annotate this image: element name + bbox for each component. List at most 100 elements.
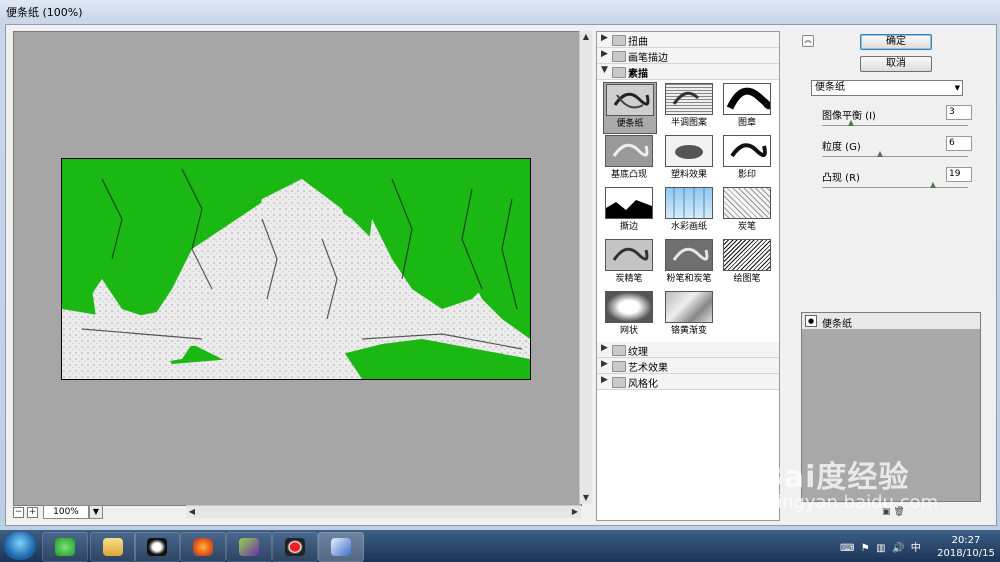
thumb-plaster[interactable]: 塑料效果 (663, 134, 715, 184)
ok-button[interactable]: 确定 (860, 34, 932, 50)
network-icon[interactable]: ▥ (876, 543, 885, 554)
note-paper-preview (62, 159, 530, 379)
title-bar: 便条纸 (100%) (0, 0, 1000, 22)
param-value-input[interactable]: 6 (946, 136, 972, 151)
clock-date: 2018/10/15 (937, 548, 995, 559)
feather-icon (331, 538, 351, 556)
preview-vertical-scrollbar[interactable]: ▲ ▼ (579, 31, 592, 504)
thumb-conte-crayon[interactable]: 炭精笔 (603, 238, 655, 288)
preview-horizontal-scrollbar[interactable]: ◀ ▶ (186, 505, 581, 518)
param-value-input[interactable]: 3 (946, 105, 972, 120)
category-sketch[interactable]: ▼ 素描 (597, 64, 779, 80)
effect-layer-label: 便条纸 (822, 319, 852, 330)
param-value-input[interactable]: 19 (946, 167, 972, 182)
qq-penguin-icon (147, 538, 167, 556)
taskbar-app-player[interactable] (226, 532, 272, 562)
chevron-down-icon[interactable]: ▼ (955, 81, 960, 95)
scroll-up-arrow-icon[interactable]: ▲ (580, 31, 592, 43)
category-artistic[interactable]: ▶ 艺术效果 (597, 358, 779, 374)
slider-knob[interactable] (929, 182, 936, 188)
param-image-balance: 图像平衡 (I) 3 (816, 105, 972, 137)
category-label: 画笔描边 (628, 53, 668, 64)
category-label: 扭曲 (628, 37, 648, 48)
expand-arrow-icon[interactable]: ▶ (601, 33, 608, 43)
record-icon (285, 538, 305, 556)
taskbar-app-explorer[interactable] (90, 532, 136, 562)
flag-icon[interactable]: ⚑ (861, 543, 870, 554)
thumb-water-paper[interactable]: 水彩画纸 (663, 186, 715, 236)
category-label: 素描 (628, 69, 648, 80)
slider-knob[interactable] (848, 120, 855, 126)
slider-knob[interactable] (877, 151, 884, 157)
filter-select[interactable]: 便条纸 ▼ (811, 80, 963, 96)
param-label: 凸现 (R) (822, 173, 860, 184)
zoom-level-field[interactable]: 100% (43, 505, 89, 519)
thumbnail-label: 铬黄渐变 (670, 326, 707, 336)
collapse-arrow-icon[interactable]: ▼ (601, 65, 608, 75)
thumb-bas-relief[interactable]: 基底凸现 (603, 134, 655, 184)
keyboard-icon[interactable]: ⌨ (840, 543, 854, 554)
zoom-dropdown-icon[interactable]: ▼ (89, 505, 103, 519)
slider-track[interactable] (822, 187, 968, 188)
volume-icon[interactable]: 🔊 (892, 543, 904, 554)
effect-layer-row[interactable]: ● 便条纸 (802, 313, 980, 330)
expand-arrow-icon[interactable]: ▶ (601, 375, 608, 385)
param-graininess: 粒度 (G) 6 (816, 136, 972, 168)
window-title: 便条纸 (100%) (6, 6, 83, 19)
start-orb-icon[interactable] (4, 532, 36, 560)
thumbnail-image (665, 135, 713, 167)
thumb-graphic-pen[interactable]: 绘图笔 (721, 238, 773, 288)
category-stylize[interactable]: ▶ 风格化 (597, 374, 779, 390)
thumb-note-paper[interactable]: 便条纸 (603, 82, 657, 134)
taskbar: ⌨ ⚑ ▥ 🔊 中 20:27 2018/10/15 (0, 530, 1000, 562)
folder-icon (612, 361, 626, 372)
thumbnail-label: 塑料效果 (670, 170, 707, 180)
thumb-halftone[interactable]: 半调图案 (663, 82, 715, 132)
category-label: 艺术效果 (628, 363, 668, 374)
taskbar-app-qq[interactable] (134, 532, 180, 562)
collapse-gallery-icon[interactable]: ︽ (802, 35, 814, 47)
thumbnail-image (606, 84, 654, 116)
system-tray: ⌨ ⚑ ▥ 🔊 中 (840, 539, 921, 554)
preview-pane[interactable] (13, 31, 582, 506)
expand-arrow-icon[interactable]: ▶ (601, 49, 608, 59)
zoom-in-button[interactable]: + (27, 507, 38, 518)
slider-track[interactable] (822, 156, 968, 157)
eye-visibility-icon[interactable]: ● (805, 315, 817, 327)
thumb-chrome[interactable]: 铬黄渐变 (663, 290, 715, 340)
preview-image (61, 158, 531, 380)
thumb-charcoal[interactable]: 炭笔 (721, 186, 773, 236)
thumbnail-image (605, 239, 653, 271)
media-player-icon (239, 538, 259, 556)
scroll-right-arrow-icon[interactable]: ▶ (569, 506, 581, 518)
language-icon[interactable]: 中 (911, 543, 921, 554)
thumb-torn-edges[interactable]: 撕边 (603, 186, 655, 236)
taskbar-app-360[interactable] (42, 532, 88, 562)
thumb-stamp[interactable]: 图章 (721, 82, 773, 132)
taskbar-app-photoshop[interactable] (318, 532, 364, 562)
zoom-out-button[interactable]: − (13, 507, 24, 518)
thumbnail-label: 绘图笔 (733, 274, 761, 284)
category-distort[interactable]: ▶ 扭曲 (597, 32, 779, 48)
category-brush-strokes[interactable]: ▶ 画笔描边 (597, 48, 779, 64)
scroll-down-arrow-icon[interactable]: ▼ (580, 492, 592, 504)
sketch-thumbnails: 便条纸 半调图案 图章 基底凸现 塑料效果 影印 撕边 水彩画纸 炭笔 炭精笔 … (597, 80, 779, 342)
thumb-photocopy[interactable]: 影印 (721, 134, 773, 184)
thumbnail-label: 撕边 (619, 222, 638, 232)
clock[interactable]: 20:27 2018/10/15 (936, 534, 996, 560)
taskbar-app-recorder[interactable] (272, 532, 318, 562)
cancel-button[interactable]: 取消 (860, 56, 932, 72)
thumb-chalk-charcoal[interactable]: 粉笔和炭笔 (663, 238, 715, 288)
folder-icon (612, 377, 626, 388)
category-texture[interactable]: ▶ 纹理 (597, 342, 779, 358)
category-label: 风格化 (628, 379, 658, 390)
slider-track[interactable] (822, 125, 968, 126)
thumbnail-label: 炭精笔 (615, 274, 643, 284)
thumbnail-image (665, 83, 713, 115)
scroll-left-arrow-icon[interactable]: ◀ (186, 506, 198, 518)
taskbar-app-firefox[interactable] (180, 532, 226, 562)
firefox-icon (193, 538, 213, 556)
expand-arrow-icon[interactable]: ▶ (601, 359, 608, 369)
expand-arrow-icon[interactable]: ▶ (601, 343, 608, 353)
thumb-reticulation[interactable]: 网状 (603, 290, 655, 340)
